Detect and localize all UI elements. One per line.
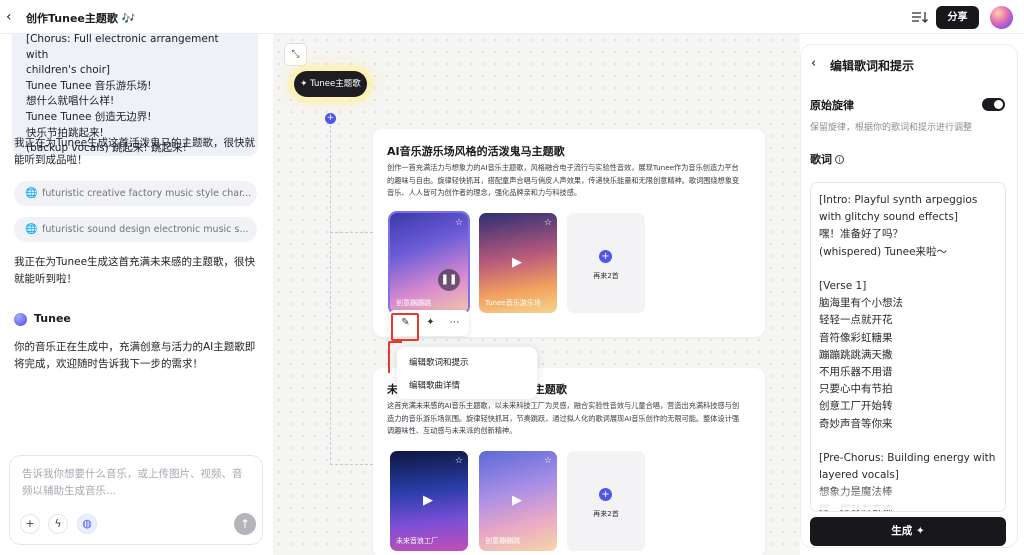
play-icon[interactable]: ▶ [512,493,522,508]
lyrics-label: 歌词 [810,153,832,166]
fade-overlay [812,484,1005,510]
agent-message: 你的音乐正在生成中，充满创意与活力的AI主题歌即将完成，欢迎随时告诉我下一步的需… [14,341,256,370]
globe-icon: 🌐 [25,188,38,199]
melody-hint: 保留旋律，根据你的歌词和提示进行调整 [810,123,973,133]
lyrics-text[interactable]: [Intro: Playful synth arpeggios with gli… [819,194,995,511]
back-arrow-icon[interactable]: ‹ [811,56,816,71]
user-avatar[interactable] [990,6,1013,29]
agent-avatar [14,313,27,326]
panel-title: 编辑歌词和提示 [830,59,915,73]
play-icon[interactable]: ▶ [423,493,433,508]
generate-button[interactable]: 生成 ✦ [810,517,1006,546]
song-card: AI音乐游乐场风格的活泼鬼马主题歌 创作一首充满活力与想象力的AI音乐主题歌，风… [373,129,765,337]
chat-panel: [Chorus: Full electronic arrangement wit… [0,34,273,555]
message-composer[interactable]: 告诉我你想要什么音乐，或上传图片、视频、音频以辅助生成音乐... + ϟ ◍ ↑ [9,455,263,545]
melody-label: 原始旋律 [810,99,854,112]
generate-more-label: 再来2首 [593,510,619,518]
assistant-message: 我正在为Tunee生成这首活泼鬼马的主题歌，很快就能听到成品啦！ [14,137,256,166]
song-title: 创意蹦蹦跳 [485,537,520,545]
generate-more-button[interactable]: + 再来2首 [567,451,645,551]
prompt-chip[interactable]: 🌐 futuristic sound design electronic musi… [14,217,257,242]
info-icon[interactable]: i [835,155,844,164]
star-icon[interactable]: ☆ [544,218,552,228]
lyrics-textarea[interactable]: [Intro: Playful synth arpeggios with gli… [810,182,1006,512]
edit-lyrics-panel: ‹ 编辑歌词和提示 原始旋律 保留旋律，根据你的歌词和提示进行调整 歌词 i [I… [800,34,1024,555]
add-node-icon[interactable]: + [325,113,336,124]
card-title: AI音乐游乐场风格的活泼鬼马主题歌 [387,145,565,158]
page-title: 创作Tunee主题歌 🎶 [26,12,136,25]
song-tile[interactable]: ☆ ▶ Tunee音乐游乐场 [479,213,557,313]
generate-more-label: 再来2首 [593,272,619,280]
panel-container: ‹ 编辑歌词和提示 原始旋律 保留旋律，根据你的歌词和提示进行调整 歌词 i [I… [800,44,1018,548]
plus-icon: + [599,488,612,501]
song-title: Tunee音乐游乐场 [485,299,541,307]
connector-line [330,464,373,465]
agent-name: Tunee [34,312,71,325]
back-arrow-icon[interactable]: ‹ [6,9,12,25]
share-button[interactable]: 分享 [936,6,979,29]
menu-item-edit-song-details[interactable]: 编辑歌曲详情 [409,378,460,394]
card-description: 这首充满未来感的AI音乐主题歌，以未来科技工厂为灵感，融合实验性音效与儿童合唱，… [387,401,740,435]
root-node[interactable]: ✦ Tunee主题歌 [294,71,367,97]
globe-icon: 🌐 [25,224,38,235]
pause-icon[interactable]: ❚❚ [438,269,460,291]
collapse-icon[interactable]: ⤡ [284,43,307,66]
selected-action-highlight [391,313,419,341]
context-menu: 编辑歌词和提示 编辑歌曲详情 [397,347,537,399]
star-icon[interactable]: ☆ [455,218,463,228]
web-globe-icon[interactable]: ◍ [77,514,97,534]
plus-icon: + [599,250,612,263]
menu-item-edit-lyrics[interactable]: 编辑歌词和提示 [409,355,469,371]
card-description: 创作一首充满活力与想象力的AI音乐主题歌，风格融合电子流行与实验性音效，展现Tu… [387,163,740,197]
assistant-message: 我正在为Tunee生成这首充满未来感的主题歌，很快就能听到啦！ [14,256,256,285]
more-options-icon[interactable]: ⋯ [445,314,464,332]
sort-list-icon[interactable] [909,8,929,26]
song-tile[interactable]: ☆ ▶ 未来音浪工厂 [390,451,468,551]
magic-wand-icon[interactable]: ✦ [421,314,440,332]
connector-line [330,125,331,465]
generate-more-button[interactable]: + 再来2首 [567,213,645,313]
star-icon[interactable]: ☆ [544,456,552,466]
song-title: 未来音浪工厂 [396,537,438,545]
workflow-canvas[interactable]: ⤡ ✦ Tunee主题歌 + AI音乐游乐场风格的活泼鬼马主题歌 创作一首充满活… [273,34,800,555]
play-icon[interactable]: ▶ [512,255,522,270]
song-tile[interactable]: ☆ ❚❚ 创意蹦蹦跳 [390,213,468,313]
song-title: 创意蹦蹦跳 [396,299,431,307]
prompt-chip-label: futuristic creative factory music style … [42,188,252,199]
song-tile[interactable]: ☆ ▶ 创意蹦蹦跳 [479,451,557,551]
toggle-knob [994,100,1003,109]
prompt-chip-label: futuristic sound design electronic music… [42,224,249,235]
lyrics-heading: 歌词 i [810,151,844,167]
melody-toggle[interactable] [982,98,1005,111]
top-bar: ‹ 创作Tunee主题歌 🎶 分享 [0,0,1024,34]
connector-line [330,232,373,233]
add-icon[interactable]: + [20,514,40,534]
star-icon[interactable]: ☆ [455,456,463,466]
composer-placeholder[interactable]: 告诉我你想要什么音乐，或上传图片、视频、音频以辅助生成音乐... [22,466,252,500]
prompt-chip[interactable]: 🌐 futuristic creative factory music style… [14,181,257,206]
lightning-icon[interactable]: ϟ [48,514,68,534]
send-button[interactable]: ↑ [234,513,256,535]
